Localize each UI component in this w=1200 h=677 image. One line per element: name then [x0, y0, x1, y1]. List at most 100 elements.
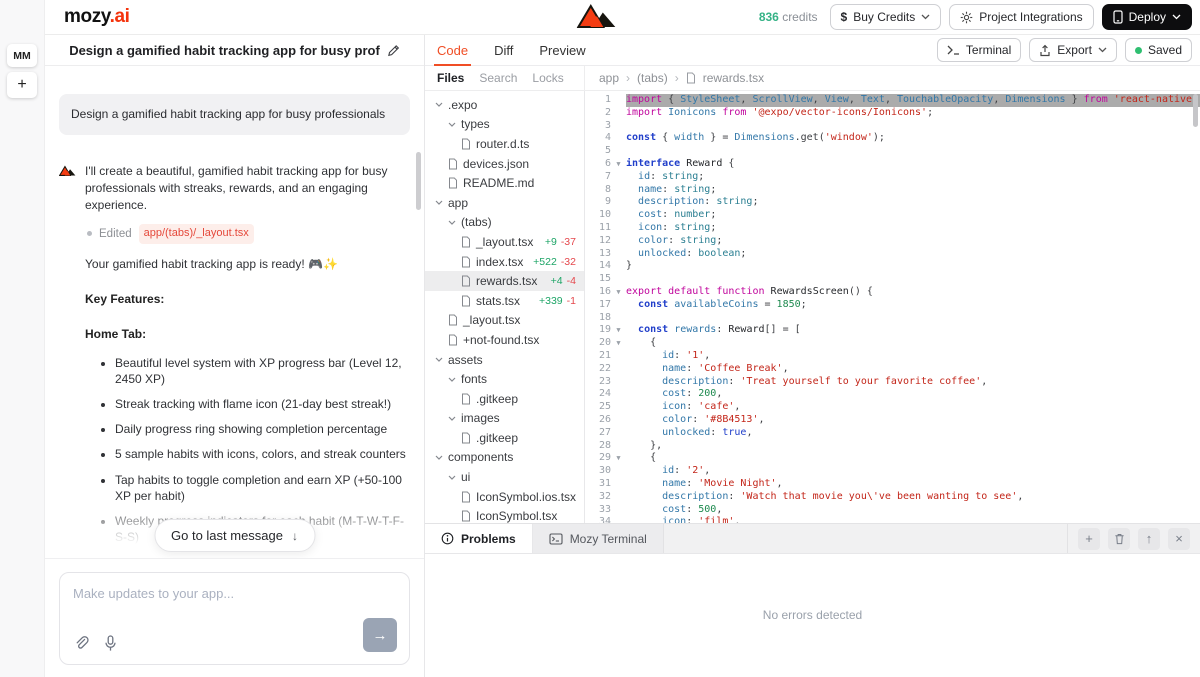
line-number: 33 — [585, 504, 611, 517]
go-to-last-message-button[interactable]: Go to last message ↓ — [154, 519, 315, 552]
buy-credits-button[interactable]: $ Buy Credits — [830, 4, 942, 30]
breadcrumb-segment[interactable]: rewards.tsx — [703, 71, 764, 85]
tree-folder-app[interactable]: app — [425, 193, 584, 213]
tree-folder-ui[interactable]: ui — [425, 467, 584, 487]
fold-chevron-icon[interactable]: ▼ — [611, 337, 626, 350]
tab-mozy-terminal[interactable]: Mozy Terminal — [533, 524, 664, 553]
plus-icon[interactable]: + — [1078, 528, 1100, 550]
arrow-up-icon[interactable]: ↑ — [1138, 528, 1160, 550]
tree-file-devices.json[interactable]: devices.json — [425, 154, 584, 174]
export-label: Export — [1057, 43, 1092, 57]
fold-chevron-icon[interactable]: ▼ — [611, 324, 626, 337]
tree-label: .gitkeep — [476, 392, 518, 406]
line-number: 23 — [585, 376, 611, 389]
tree-file-_layout.tsx[interactable]: _layout.tsx+9-37 — [425, 232, 584, 252]
tree-file-index.tsx[interactable]: index.tsx+522-32 — [425, 252, 584, 272]
fold-gutter — [611, 273, 626, 286]
tree-folder-.expo[interactable]: .expo — [425, 95, 584, 115]
trash-icon[interactable] — [1108, 528, 1130, 550]
view-tabs: Code Diff Preview — [437, 35, 612, 65]
file-icon — [448, 158, 458, 170]
explorer-tab-files[interactable]: Files — [437, 71, 464, 85]
saved-label: Saved — [1148, 43, 1182, 57]
send-button[interactable]: → — [363, 618, 397, 652]
code-editor[interactable]: 1import { StyleSheet, ScrollView, View, … — [585, 91, 1200, 523]
fold-chevron-icon[interactable]: ▼ — [611, 286, 626, 299]
terminal-button[interactable]: Terminal — [937, 38, 1021, 62]
breadcrumb-segment[interactable]: (tabs) — [637, 71, 668, 85]
file-icon — [461, 295, 471, 307]
close-icon[interactable]: × — [1168, 528, 1190, 550]
tree-file-README.md[interactable]: README.md — [425, 173, 584, 193]
tab-diff[interactable]: Diff — [494, 35, 513, 65]
view-tab-bar: Code Diff Preview Terminal Export Saved — [425, 35, 1200, 66]
fold-chevron-icon[interactable]: ▼ — [611, 452, 626, 465]
credits-label: credits — [782, 10, 817, 24]
project-integrations-button[interactable]: Project Integrations — [949, 4, 1093, 30]
tree-folder-(tabs)[interactable]: (tabs) — [425, 213, 584, 233]
tree-folder-components[interactable]: components — [425, 448, 584, 468]
line-number: 27 — [585, 427, 611, 440]
chat-input[interactable]: Make updates to your app... → — [59, 572, 410, 665]
saved-status-button[interactable]: Saved — [1125, 38, 1192, 62]
editor-scrollbar[interactable] — [1193, 94, 1198, 127]
export-icon — [1039, 44, 1051, 57]
tree-label: components — [448, 450, 513, 464]
chevron-down-icon — [921, 14, 930, 20]
tree-file-IconSymbol.tsx[interactable]: IconSymbol.tsx — [425, 506, 584, 523]
tab-problems[interactable]: Problems — [425, 524, 533, 553]
fold-gutter — [611, 235, 626, 248]
export-button[interactable]: Export — [1029, 38, 1117, 62]
phone-icon — [1113, 10, 1123, 24]
fold-chevron-icon[interactable]: ▼ — [611, 158, 626, 171]
bottom-panel: Problems Mozy Terminal + ↑ × No errors d… — [425, 523, 1200, 677]
problems-content: No errors detected — [425, 554, 1200, 677]
diff-stats: +4-4 — [551, 275, 576, 287]
tree-label: app — [448, 196, 468, 210]
tree-label: router.d.ts — [476, 137, 529, 151]
chat-scrollbar[interactable] — [416, 152, 421, 210]
new-project-button[interactable]: + — [7, 72, 37, 98]
tree-file-stats.tsx[interactable]: stats.tsx+339-1 — [425, 291, 584, 311]
explorer-tab-search[interactable]: Search — [479, 71, 517, 85]
mic-icon[interactable] — [104, 635, 117, 652]
line-number: 25 — [585, 401, 611, 414]
explorer-tab-locks[interactable]: Locks — [532, 71, 563, 85]
code-line: 15 — [585, 273, 1200, 286]
tree-label: images — [461, 411, 500, 425]
app-logo[interactable]: mozy.ai — [64, 6, 130, 28]
fold-gutter — [611, 504, 626, 517]
edited-file-link[interactable]: app/(tabs)/_layout.tsx — [139, 224, 254, 244]
tree-file-rewards.tsx[interactable]: rewards.tsx+4-4 — [425, 271, 584, 291]
code-line: 26 color: '#8B4513', — [585, 414, 1200, 427]
workspace-rail: MM + — [0, 0, 45, 677]
user-message: Design a gamified habit tracking app for… — [59, 94, 410, 135]
edit-title-icon[interactable] — [387, 44, 400, 57]
file-icon — [461, 393, 471, 405]
tab-preview[interactable]: Preview — [539, 35, 585, 65]
breadcrumb-segment[interactable]: app — [599, 71, 619, 85]
line-number: 22 — [585, 363, 611, 376]
file-icon — [461, 256, 471, 268]
tree-label: fonts — [461, 372, 487, 386]
fold-gutter — [611, 465, 626, 478]
tree-folder-fonts[interactable]: fonts — [425, 369, 584, 389]
deploy-button[interactable]: Deploy — [1102, 4, 1192, 30]
tree-file-.gitkeep[interactable]: .gitkeep — [425, 389, 584, 409]
attach-icon[interactable] — [73, 635, 89, 652]
code-line: 23 description: 'Treat yourself to your … — [585, 376, 1200, 389]
tree-file-+not-found.tsx[interactable]: +not-found.tsx — [425, 330, 584, 350]
code-line: 8 name: string; — [585, 184, 1200, 197]
tree-file-IconSymbol.ios.tsx[interactable]: IconSymbol.ios.tsx — [425, 487, 584, 507]
tree-folder-types[interactable]: types — [425, 115, 584, 135]
tree-folder-assets[interactable]: assets — [425, 350, 584, 370]
tree-file-router.d.ts[interactable]: router.d.ts — [425, 134, 584, 154]
tree-file-_layout.tsx[interactable]: _layout.tsx — [425, 311, 584, 331]
feature-bullet: Beautiful level system with XP progress … — [115, 355, 410, 387]
tree-folder-images[interactable]: images — [425, 409, 584, 429]
tree-file-.gitkeep[interactable]: .gitkeep — [425, 428, 584, 448]
editor-workspace: Code Diff Preview Terminal Export Saved Fi… — [425, 35, 1200, 677]
breadcrumb: app›(tabs)›rewards.tsx — [585, 66, 764, 90]
project-avatar[interactable]: MM — [7, 44, 37, 67]
tab-code[interactable]: Code — [437, 35, 468, 65]
